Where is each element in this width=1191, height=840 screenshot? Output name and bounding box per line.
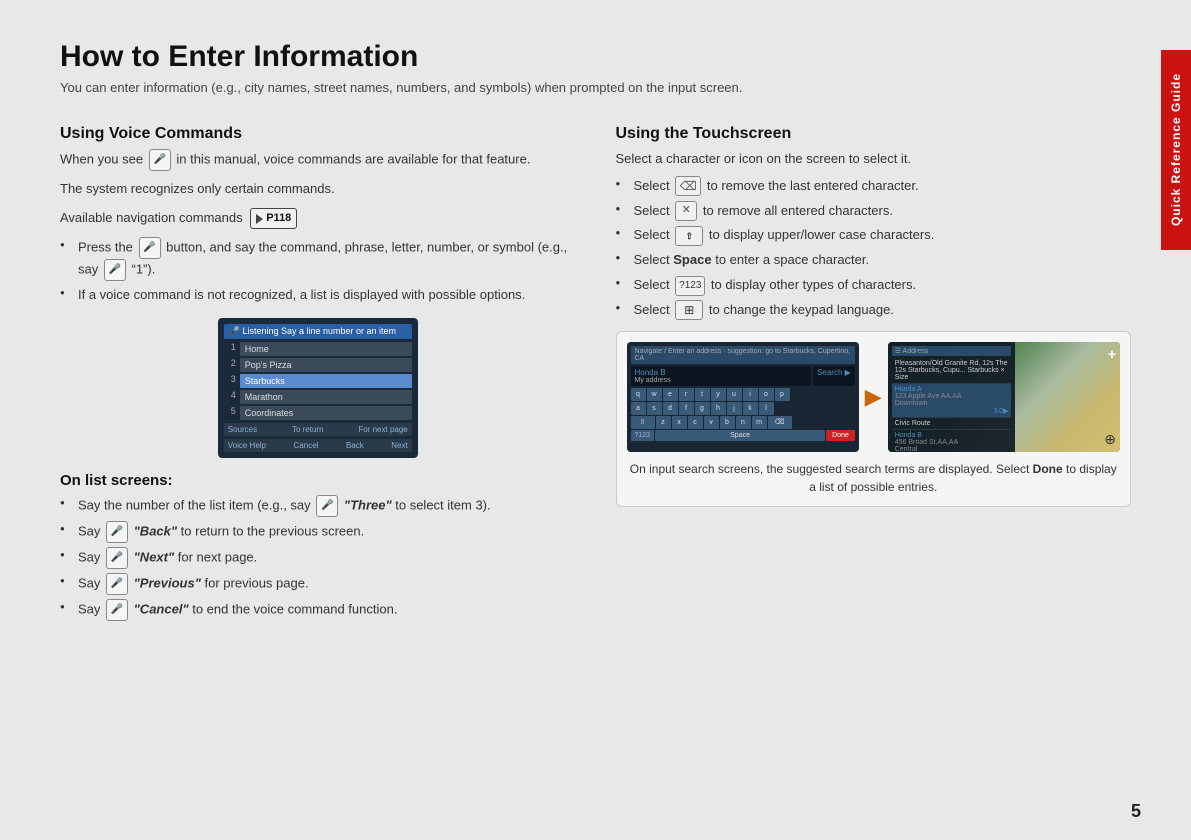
voice-bullet-2: If a voice command is not recognized, a …	[60, 285, 576, 306]
case-icon: ⇧	[675, 226, 703, 246]
ref-arrow	[256, 214, 263, 224]
list-bullet-2: Say 🎤 "Back" to return to the previous s…	[60, 521, 576, 543]
left-column: Using Voice Commands When you see 🎤 in t…	[60, 125, 576, 629]
clear-icon: ✕	[675, 201, 697, 221]
map-plus-icon: +	[1108, 346, 1116, 362]
screenshot-row-3: 3 Starbucks	[224, 374, 412, 388]
lang-icon: ⊞	[675, 300, 703, 320]
p118-ref: P118	[250, 208, 297, 230]
map-list-overlay: ☰ Address Pleasanton/Old Granite Rd, 12s…	[888, 342, 1016, 452]
touchscreen-bullets: Select ⌫ to remove the last entered char…	[616, 176, 1132, 321]
ts-bullet-2: Select ✕ to remove all entered character…	[616, 201, 1132, 222]
list-screen-bullets: Say the number of the list item (e.g., s…	[60, 495, 576, 621]
list-bullet-1: Say the number of the list item (e.g., s…	[60, 495, 576, 517]
mic-icon-next: 🎤	[106, 547, 128, 569]
backspace-icon: ⌫	[675, 176, 701, 196]
screenshot-footer-2: Voice Help Cancel Back Next	[224, 439, 412, 452]
nav-commands-label: Available navigation commands	[60, 210, 243, 225]
screenshot-box: 🎤 Listening Say a line number or an item…	[218, 318, 418, 458]
caption-bold: Done	[1033, 462, 1063, 476]
mic-icon-three: 🎤	[316, 495, 338, 517]
ts-bullet-1: Select ⌫ to remove the last entered char…	[616, 176, 1132, 197]
voice-intro-text: When you see	[60, 151, 143, 166]
screenshot-footer: Sources To return For next page	[224, 423, 412, 436]
screenshot-row-1: 1 Home	[224, 342, 412, 356]
right-column: Using the Touchscreen Select a character…	[616, 125, 1132, 629]
voice-intro-text2: in this manual, voice commands are avail…	[176, 151, 530, 166]
input-screen-box: Navigate / Enter an address · suggestion…	[616, 331, 1132, 507]
touchscreen-intro: Select a character or icon on the screen…	[616, 149, 1132, 170]
screenshot-row-4: 4 Marathon	[224, 390, 412, 404]
input-screens-row: Navigate / Enter an address · suggestion…	[627, 342, 1121, 452]
tab-label: Quick Reference Guide	[1169, 73, 1183, 226]
voice-para2: The system recognizes only certain comma…	[60, 179, 576, 200]
screenshot-row-5: 5 Coordinates	[224, 406, 412, 420]
input-screen-caption: On input search screens, the suggested s…	[627, 460, 1121, 496]
list-bullet-3: Say 🎤 "Next" for next page.	[60, 547, 576, 569]
voice-bullet-1: Press the 🎤 button, and say the command,…	[60, 237, 576, 281]
123-icon: ?123	[675, 276, 705, 296]
two-col-layout: Using Voice Commands When you see 🎤 in t…	[60, 125, 1131, 629]
list-bullet-4: Say 🎤 "Previous" for previous page.	[60, 573, 576, 595]
ts-bullet-6: Select ⊞ to change the keypad language.	[616, 300, 1132, 321]
ts-bullet-3: Select ⇧ to display upper/lower case cha…	[616, 225, 1132, 246]
voice-intro: When you see 🎤 in this manual, voice com…	[60, 149, 576, 171]
map-visual: ☰ Address Pleasanton/Old Granite Rd, 12s…	[888, 342, 1120, 452]
screenshot-row-2: 2 Pop's Pizza	[224, 358, 412, 372]
arrow-right-icon: ▶	[865, 384, 882, 410]
keyboard-screen: Navigate / Enter an address · suggestion…	[627, 342, 859, 452]
mic-icon-back: 🎤	[106, 521, 128, 543]
ts-bullet-5: Select ?123 to display other types of ch…	[616, 275, 1132, 296]
mic-icon-cancel: 🎤	[106, 599, 128, 621]
caption-text: On input search screens, the suggested s…	[630, 462, 1030, 476]
page-container: Quick Reference Guide 5 How to Enter Inf…	[0, 0, 1191, 840]
touchscreen-heading: Using the Touchscreen	[616, 125, 1132, 143]
screenshot-title: 🎤 Listening Say a line number or an item	[224, 324, 412, 339]
bullet1-c: “1”).	[131, 262, 155, 277]
mic-button-icon: 🎤	[139, 237, 161, 259]
page-subtitle: You can enter information (e.g., city na…	[60, 80, 1131, 95]
nav-commands-ref: Available navigation commands P118	[60, 208, 576, 230]
listening-screenshot: 🎤 Listening Say a line number or an item…	[218, 318, 418, 458]
page-title: How to Enter Information	[60, 40, 1131, 74]
bullet1-a: Press the	[78, 240, 133, 255]
list-bullet-5: Say 🎤 "Cancel" to end the voice command …	[60, 599, 576, 621]
map-compass-icon: ⊕	[1104, 431, 1116, 448]
voice-icon-inline: 🎤	[149, 149, 171, 171]
on-list-heading: On list screens:	[60, 472, 576, 489]
mic-icon-say: 🎤	[104, 259, 126, 281]
voice-commands-heading: Using Voice Commands	[60, 125, 576, 143]
ts-bullet-4: Select Space to enter a space character.	[616, 250, 1132, 271]
page-number: 5	[1131, 801, 1141, 822]
right-tab: Quick Reference Guide	[1161, 50, 1191, 250]
mic-icon-prev: 🎤	[106, 573, 128, 595]
map-screen: ☰ Address Pleasanton/Old Granite Rd, 12s…	[888, 342, 1120, 452]
nav-kb-visual: Navigate / Enter an address · suggestion…	[627, 342, 859, 452]
voice-bullets: Press the 🎤 button, and say the command,…	[60, 237, 576, 306]
